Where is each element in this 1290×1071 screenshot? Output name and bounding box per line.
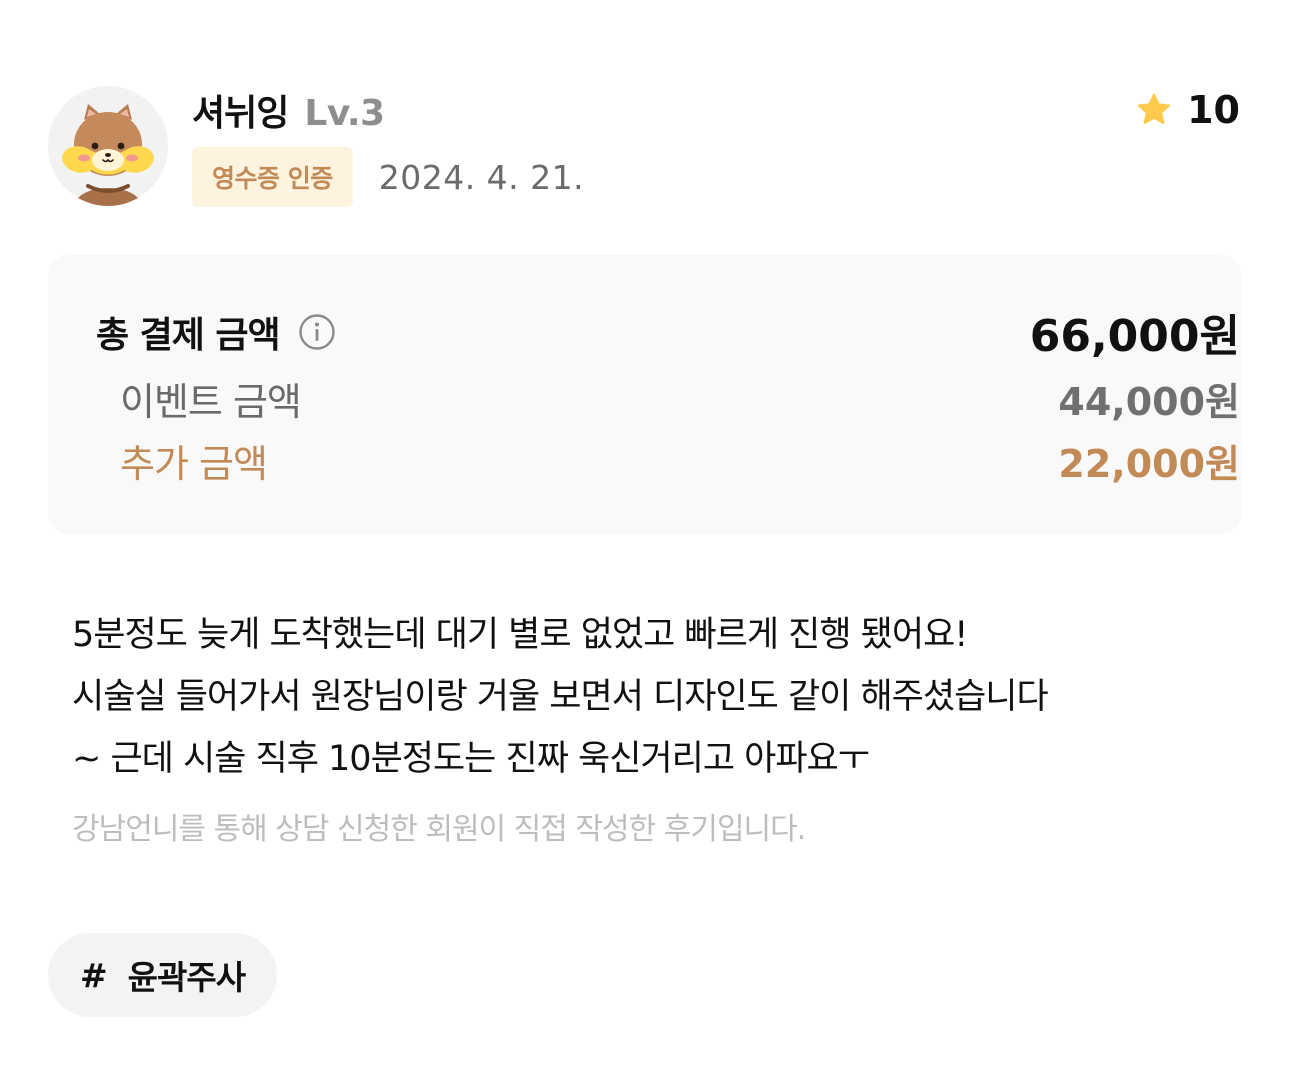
author-level: Lv.3 (304, 93, 385, 134)
hamster-avatar-icon (48, 86, 168, 206)
meta-row: 영수증 인증 2024. 4. 21. (192, 147, 584, 207)
receipt-verified-badge: 영수증 인증 (192, 147, 353, 207)
total-price-amount: 66,000원 (1029, 311, 1240, 362)
price-row-total: 총 결제 금액 66,000원 (0, 302, 1290, 362)
avatar (48, 86, 168, 206)
review-text-line: 시술실 들어가서 원장님이랑 거울 보면서 디자인도 같이 해주셨습니다 (72, 677, 1049, 717)
author-row: 셔뉘잉 Lv.3 (192, 84, 385, 136)
tag-label: 윤곽주사 (127, 958, 246, 997)
total-price-label: 총 결제 금액 (96, 315, 281, 356)
hashtag-icon: # (80, 955, 108, 995)
event-price-label: 이벤트 금액 (120, 379, 302, 424)
info-icon[interactable] (298, 313, 336, 351)
rating: 10 (1135, 86, 1240, 134)
event-price-amount: 44,000원 (1058, 379, 1240, 424)
tag-chip[interactable]: # 윤곽주사 (48, 933, 278, 1017)
total-price-label-group: 총 결제 금액 (96, 306, 336, 358)
review-text-line: 5분정도 늦게 도착했는데 대기 별로 없었고 빠르게 진행 됐어요! (72, 615, 968, 655)
star-icon (1135, 91, 1173, 129)
extra-price-amount: 22,000원 (1058, 441, 1240, 486)
review-notice: 강남언니를 통해 상담 신청한 회원이 직접 작성한 후기입니다. (72, 812, 806, 847)
rating-value: 10 (1187, 88, 1240, 132)
review-body: 5분정도 늦게 도착했는데 대기 별로 없었고 빠르게 진행 됐어요! 시술실 … (72, 604, 1232, 790)
price-row-extra: 추가 금액 22,000원 (0, 432, 1290, 488)
price-row-event: 이벤트 금액 44,000원 (0, 370, 1290, 426)
author-nickname[interactable]: 셔뉘잉 (192, 84, 289, 136)
review-text-line: ~ 근데 시술 직후 10분정도는 진짜 욱신거리고 아파요ㅜ (72, 739, 870, 779)
extra-price-label: 추가 금액 (120, 441, 268, 486)
review-date: 2024. 4. 21. (378, 157, 585, 197)
